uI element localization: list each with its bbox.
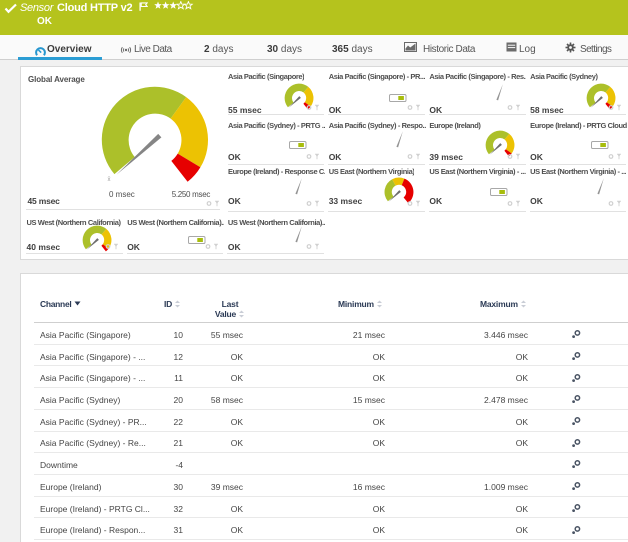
svg-text:x̄: x̄ bbox=[108, 177, 111, 183]
